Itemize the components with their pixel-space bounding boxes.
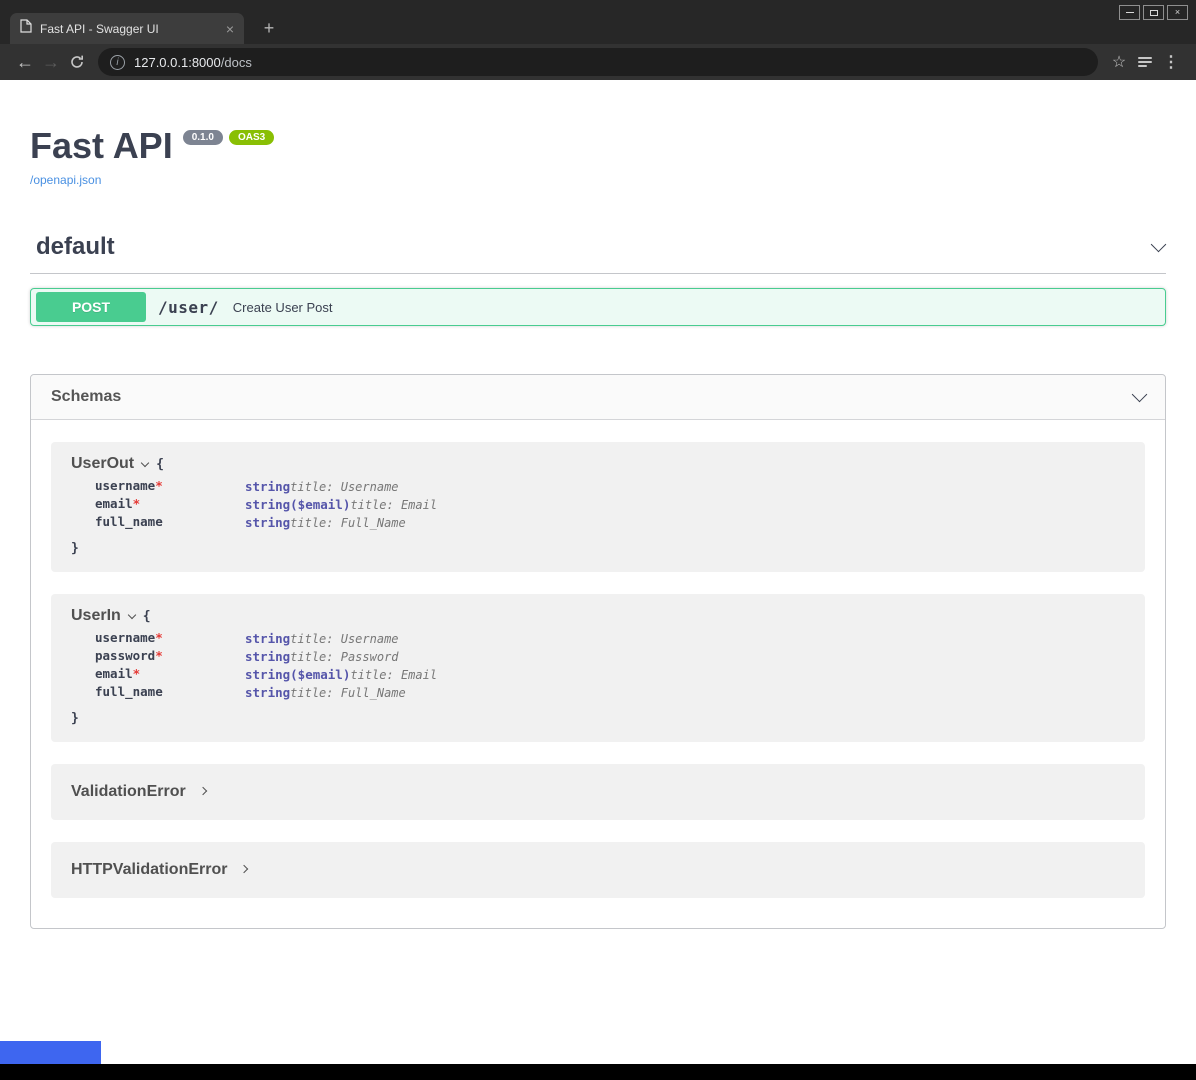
property-row: username* stringtitle: Username: [95, 630, 1125, 648]
chevron-down-icon[interactable]: [1151, 237, 1167, 253]
model-title: UserIn: [71, 607, 121, 625]
status-bubble: [0, 1041, 101, 1064]
site-info-icon[interactable]: i: [110, 55, 125, 70]
model-userout-toggle[interactable]: UserOut {: [71, 455, 1125, 473]
browser-window: Fast API - Swagger UI × + × ← → i 127.0.…: [0, 0, 1196, 1080]
http-method-badge: POST: [36, 292, 146, 322]
url-path: /docs: [221, 55, 252, 70]
model-httpvalidationerror[interactable]: HTTPValidationError: [51, 842, 1145, 898]
property-row: full_name stringtitle: Full_Name: [95, 684, 1125, 702]
open-brace: {: [143, 609, 151, 624]
browser-toolbar: ← → i 127.0.0.1:8000/docs ☆ ⋮: [0, 44, 1196, 80]
address-bar[interactable]: i 127.0.0.1:8000/docs: [98, 48, 1098, 76]
version-badge: 0.1.0: [183, 130, 223, 145]
endpoint-summary: Create User Post: [233, 300, 333, 315]
model-title: UserOut: [71, 455, 134, 473]
endpoint-post-user[interactable]: POST /user/ Create User Post: [30, 288, 1166, 326]
browser-tab[interactable]: Fast API - Swagger UI ×: [10, 13, 244, 44]
open-brace: {: [156, 457, 164, 472]
api-title: Fast API: [30, 126, 173, 166]
window-controls: ×: [1119, 5, 1188, 20]
chevron-right-icon[interactable]: [240, 865, 248, 873]
tag-name: default: [36, 233, 115, 261]
new-tab-button[interactable]: +: [256, 16, 282, 40]
schemas-title: Schemas: [51, 388, 121, 406]
window-bottom-edge: [0, 1064, 1196, 1080]
extensions-icon[interactable]: [1132, 55, 1158, 69]
close-button[interactable]: ×: [1167, 5, 1188, 20]
model-userin: UserIn { username* stringtitle: Username…: [51, 594, 1145, 742]
maximize-button[interactable]: [1143, 5, 1164, 20]
back-icon[interactable]: ←: [12, 52, 38, 73]
url-text: 127.0.0.1:8000/docs: [134, 55, 252, 70]
property-row: email* string($email)title: Email: [95, 496, 1125, 514]
maximize-icon: [1150, 10, 1158, 16]
page-icon: [20, 19, 32, 38]
close-brace: }: [71, 541, 1125, 556]
schemas-body: UserOut { username* stringtitle: Usernam…: [31, 420, 1165, 928]
chevron-down-icon[interactable]: [128, 611, 136, 619]
chevron-right-icon[interactable]: [198, 787, 206, 795]
property-row: full_name stringtitle: Full_Name: [95, 514, 1125, 532]
minimize-icon: [1126, 12, 1134, 13]
property-row: username* stringtitle: Username: [95, 478, 1125, 496]
titlebar: Fast API - Swagger UI × + ×: [0, 0, 1196, 44]
url-host: 127.0.0.1:8000: [134, 55, 221, 70]
schemas-header[interactable]: Schemas: [31, 375, 1165, 420]
property-row: email* string($email)title: Email: [95, 666, 1125, 684]
model-userout: UserOut { username* stringtitle: Usernam…: [51, 442, 1145, 572]
forward-icon[interactable]: →: [38, 52, 64, 73]
chevron-down-icon[interactable]: [1132, 387, 1148, 403]
bookmark-star-icon[interactable]: ☆: [1106, 52, 1132, 72]
model-title: HTTPValidationError: [71, 861, 227, 879]
openapi-spec-link[interactable]: /openapi.json: [30, 173, 101, 187]
endpoint-path: /user/: [158, 298, 219, 317]
model-title: ValidationError: [71, 783, 186, 801]
reload-icon[interactable]: [64, 54, 90, 70]
tab-close-icon[interactable]: ×: [226, 22, 234, 36]
close-brace: }: [71, 711, 1125, 726]
minimize-button[interactable]: [1119, 5, 1140, 20]
oas3-badge: OAS3: [229, 130, 274, 145]
model-properties: username* stringtitle: Username password…: [95, 630, 1125, 702]
swagger-page: Fast API 0.1.0 OAS3 /openapi.json defaul…: [0, 80, 1196, 1064]
tag-section-default[interactable]: default: [30, 233, 1166, 274]
chevron-down-icon[interactable]: [141, 459, 149, 467]
property-row: password* stringtitle: Password: [95, 648, 1125, 666]
tab-title: Fast API - Swagger UI: [40, 22, 218, 36]
model-userin-toggle[interactable]: UserIn {: [71, 607, 1125, 625]
schemas-section: Schemas UserOut { username* stringtitle:…: [30, 374, 1166, 929]
model-validationerror[interactable]: ValidationError: [51, 764, 1145, 820]
api-info: Fast API 0.1.0 OAS3 /openapi.json: [30, 80, 1166, 189]
model-properties: username* stringtitle: Username email* s…: [95, 478, 1125, 532]
browser-menu-icon[interactable]: ⋮: [1158, 52, 1184, 72]
